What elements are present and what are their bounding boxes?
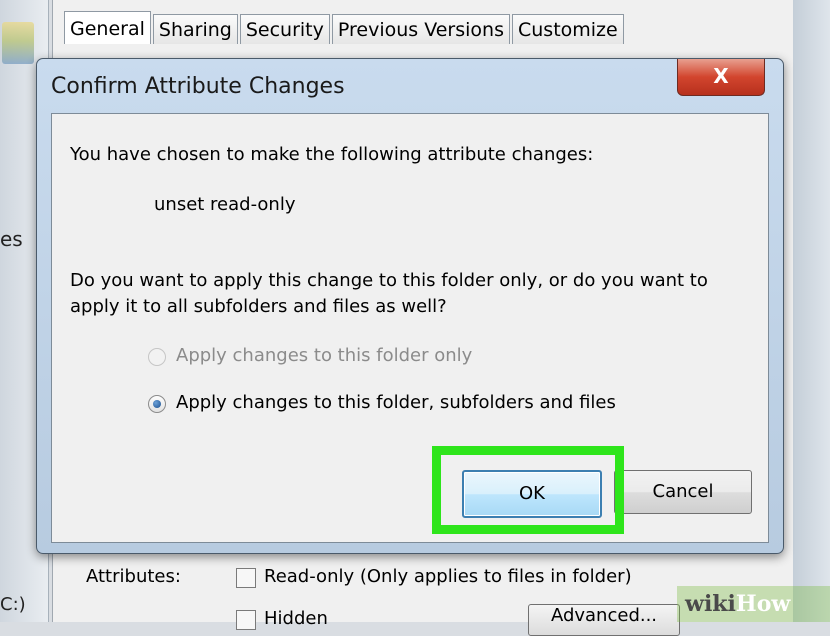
tab-customize[interactable]: Customize [511,14,624,44]
dialog-body: You have chosen to make the following at… [51,113,769,543]
background-window-right [793,0,830,622]
tab-sharing[interactable]: Sharing [152,14,238,44]
watermark: wikiHow [677,586,830,622]
attributes-label: Attributes: [86,566,181,587]
readonly-checkbox[interactable] [236,568,256,588]
folder-only-label: Apply changes to this folder only [176,345,473,366]
change-message: You have chosen to make the following at… [70,144,594,165]
watermark-wiki: wiki [685,591,736,617]
hidden-label: Hidden [264,608,328,629]
readonly-label: Read-only (Only applies to files in fold… [264,566,632,587]
close-icon: X [713,64,729,88]
partial-text: es [0,227,23,251]
properties-tabs: General Sharing Security Previous Versio… [64,11,626,44]
tab-previous-versions[interactable]: Previous Versions [331,14,510,44]
attribute-change: unset read-only [154,194,296,215]
watermark-how: How [735,591,791,617]
hidden-checkbox[interactable] [236,610,256,630]
folder-icon [2,22,34,64]
radio-selected-dot [153,400,161,408]
tab-security[interactable]: Security [239,14,330,44]
dialog-title: Confirm Attribute Changes [51,74,345,99]
confirm-attribute-changes-dialog: Confirm Attribute Changes X You have cho… [36,58,784,554]
folder-only-radio[interactable] [148,348,166,366]
tab-general[interactable]: General [64,11,151,44]
ok-highlight-box [432,446,624,534]
close-button[interactable]: X [677,59,765,96]
apply-question: Do you want to apply this change to this… [70,270,708,317]
cancel-button[interactable]: Cancel [614,470,752,514]
subfolders-label: Apply changes to this folder, subfolders… [176,392,616,413]
subfolders-radio[interactable] [148,395,166,413]
partial-drive-text: C:) [0,594,26,615]
advanced-button[interactable]: Advanced... [528,604,680,636]
